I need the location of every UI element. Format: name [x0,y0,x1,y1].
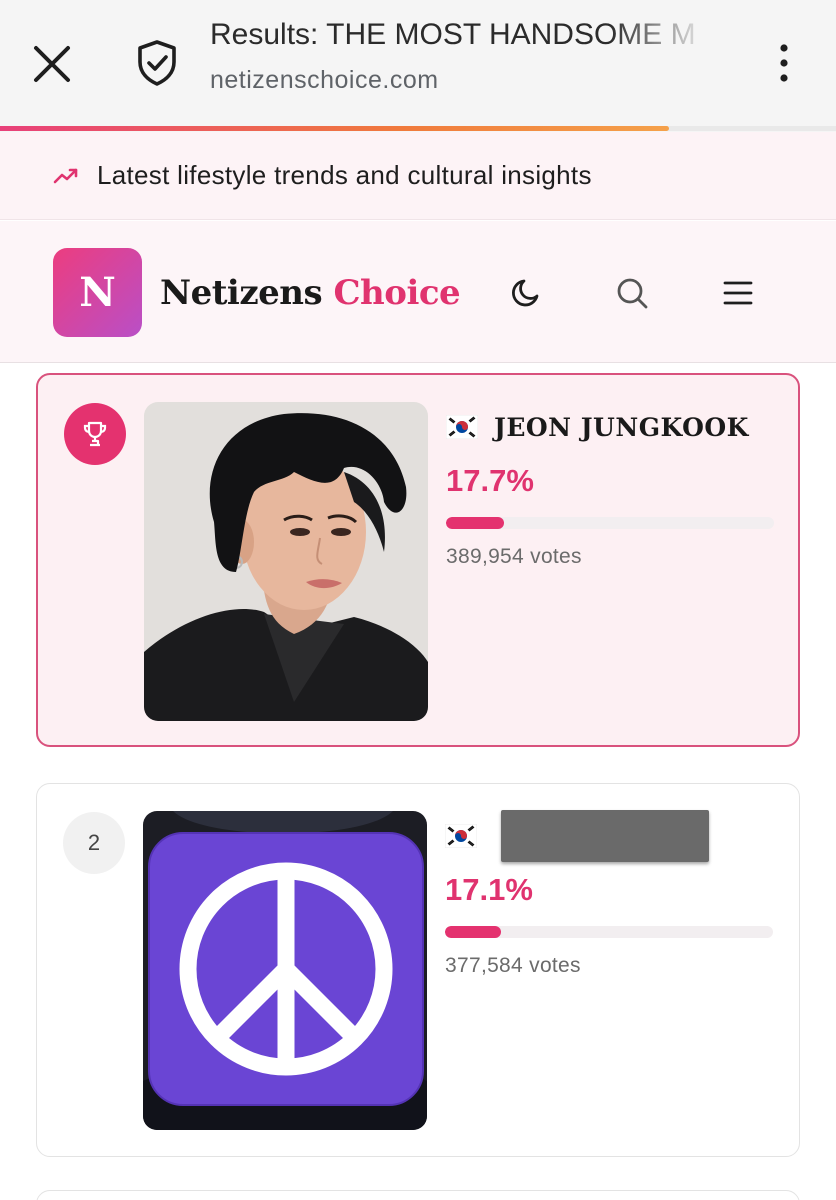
result-card[interactable] [36,1190,800,1200]
candidate-photo[interactable] [143,811,427,1130]
south-korea-flag-icon [445,824,477,848]
site-logo[interactable]: N [53,248,142,337]
brand-part-choice: Choice [333,273,461,313]
moon-icon[interactable] [508,275,544,311]
candidate-photo[interactable] [144,402,428,721]
rank-badge: 2 [63,812,125,874]
vote-progress-fill [445,926,502,938]
page-url[interactable]: netizenschoice.com [210,66,439,95]
trophy-icon [83,421,107,447]
vote-progress-fill [446,517,505,529]
more-options-icon[interactable] [766,40,802,86]
shield-icon[interactable] [134,38,180,88]
candidate-name: JEON JUNGKOOK [494,413,749,442]
page-load-progress-fill [0,126,669,131]
page-title[interactable]: Results: THE MOST HANDSOME M [210,18,710,52]
south-korea-flag-icon [446,415,478,439]
vote-count: 377,584 votes [445,954,581,977]
site-brand-name[interactable]: Netizens Choice [160,273,461,313]
close-icon[interactable] [30,42,74,86]
vote-progress-bar [445,926,773,938]
rank-badge [64,403,126,465]
menu-icon[interactable] [720,275,756,311]
trending-up-icon [53,168,78,184]
brand-part-netizens: Netizens [160,273,323,313]
trend-banner-text: Latest lifestyle trends and cultural ins… [97,160,592,190]
vote-percentage: 17.1% [445,872,533,907]
vote-progress-bar [446,517,774,529]
vote-percentage: 17.7% [446,463,534,498]
browser-toolbar: Results: THE MOST HANDSOME M netizenscho… [0,0,836,132]
vote-count: 389,954 votes [446,545,582,568]
result-card[interactable]: JEON JUNGKOOK 17.7% 389,954 votes [36,373,800,747]
search-icon[interactable] [614,275,650,311]
site-header: N Netizens Choice [0,221,836,363]
page-load-progress [0,126,836,131]
redaction-block [501,810,709,862]
trend-banner[interactable]: Latest lifestyle trends and cultural ins… [0,132,836,220]
result-card[interactable]: 2 17.1% 377,584 votes [36,783,800,1157]
